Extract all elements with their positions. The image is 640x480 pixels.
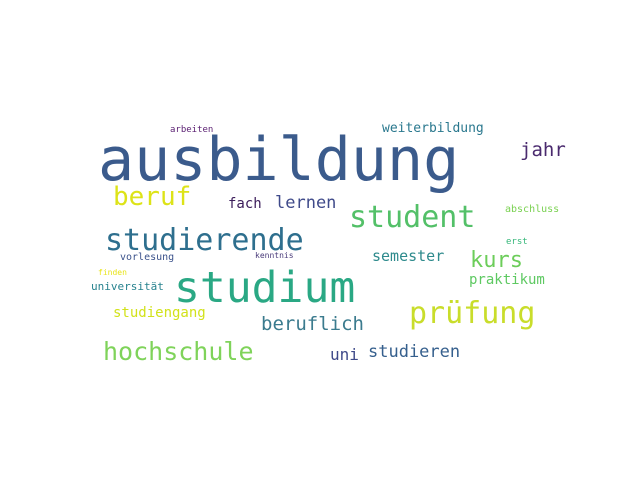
word-beruf: beruf [113,182,191,212]
word-praktikum: praktikum [469,272,545,288]
word-weiterbildung: weiterbildung [382,121,484,136]
word-hochschule: hochschule [103,337,254,366]
word-semester: semester [372,247,444,265]
word-beruflich: beruflich [261,313,364,335]
word-erst: erst [506,237,528,247]
word-lernen: lernen [275,193,336,213]
word-kurs: kurs [470,248,523,273]
word-fach: fach [228,196,262,212]
word-studieren: studieren [368,342,460,362]
word-vorlesung: vorlesung [120,252,174,263]
word-universitaet: universität [91,280,164,293]
word-studiengang: studiengang [113,305,206,321]
word-student: student [349,200,475,235]
word-finden: finden [98,268,127,277]
word-pruefung: prüfung [409,296,535,331]
word-kenntnis: kenntnis [255,251,294,260]
word-cloud: ausbildung studium studierende student p… [91,121,566,366]
word-jahr: jahr [520,139,566,161]
word-uni: uni [330,345,359,364]
word-arbeiten: arbeiten [170,125,213,135]
word-abschluss: abschluss [505,204,559,215]
